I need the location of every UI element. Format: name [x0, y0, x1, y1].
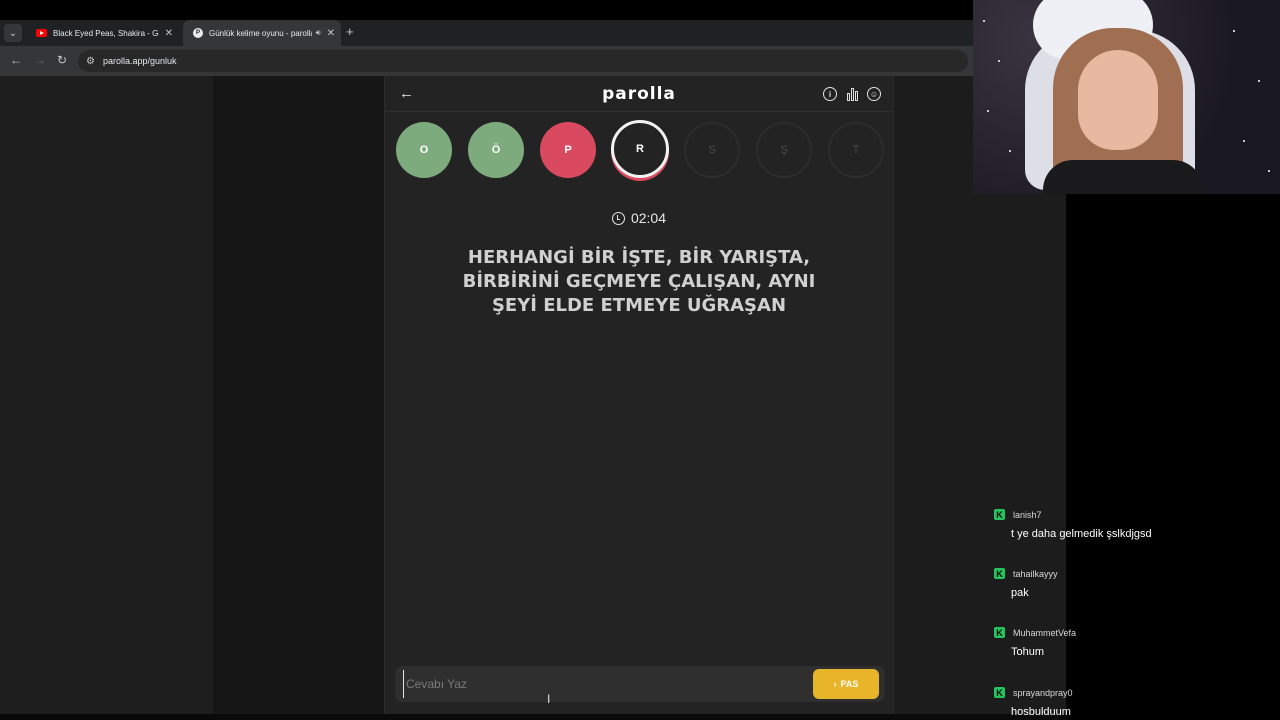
close-icon[interactable]: ✕	[327, 28, 335, 39]
webcam-feed	[973, 0, 1280, 194]
bottom-strip	[0, 714, 1066, 720]
close-icon[interactable]: ✕	[165, 28, 173, 39]
answer-input[interactable]	[403, 670, 803, 698]
letter-circle-wrong: P	[540, 122, 596, 178]
chat-username[interactable]: lanish7	[1013, 510, 1042, 520]
chevron-right-icon: ›	[833, 679, 837, 689]
reload-icon[interactable]: ↻	[57, 53, 67, 67]
chat-text: Tohum	[1011, 646, 1045, 658]
chat-text: pak	[1011, 587, 1029, 599]
pass-button[interactable]: › PAS	[813, 669, 879, 699]
browser-tab-youtube[interactable]: Black Eyed Peas, Shakira - Girl Like Me …	[26, 20, 179, 46]
forward-arrow-icon[interactable]: →	[34, 53, 46, 67]
timer-value: 02:04	[630, 210, 667, 226]
back-arrow-icon[interactable]: ←	[10, 53, 22, 67]
site-settings-icon[interactable]: ⚙	[86, 56, 95, 67]
parolla-app: ← parolla i ☺ O Ö P R S Ş T 02:04 HERHAN…	[384, 76, 894, 714]
stats-icon[interactable]	[845, 87, 859, 101]
question-text: HERHANGİ BİR İŞTE, BİR YARIŞTA, BİRBİRİN…	[462, 247, 816, 316]
tab-title: Black Eyed Peas, Shakira - Girl Like Me	[53, 28, 159, 38]
chat-username[interactable]: MuhammetVefa	[1013, 628, 1076, 638]
tab-title: Günlük kelime oyunu - parolla	[209, 28, 312, 38]
tab-search-chevron-icon[interactable]: ⌄	[4, 24, 22, 42]
chat-message: K MuhammetVefa Tohum	[994, 627, 1274, 658]
timer: 02:04	[385, 210, 893, 226]
letter-circle-current: R	[611, 120, 669, 178]
browser-toolbar: ← → ↻ ⚙ parolla.app/gunluk	[0, 46, 973, 76]
chat-text: hosbulduum	[1011, 706, 1071, 718]
left-gutter	[0, 76, 213, 714]
letter-circle-pending: S	[684, 122, 740, 178]
chat-text: t ye daha gelmedik şslkdjgsd	[1011, 528, 1152, 540]
clock-icon	[611, 211, 625, 225]
app-header: ← parolla i ☺	[385, 76, 893, 112]
text-cursor-icon: I	[547, 692, 551, 706]
browser-tab-bar: ⌄ Black Eyed Peas, Shakira - Girl Like M…	[0, 20, 973, 46]
kick-badge-icon: K	[994, 509, 1005, 520]
pass-label: PAS	[840, 679, 859, 689]
brand-logo[interactable]: parolla	[385, 84, 893, 104]
address-bar[interactable]: ⚙ parolla.app/gunluk	[78, 50, 968, 72]
answer-bar: › PAS	[395, 666, 885, 702]
chat-message: Klanish7 t ye daha gelmedik şslkdjgsd	[994, 509, 1274, 540]
kick-badge-icon: K	[994, 687, 1005, 698]
info-icon[interactable]: i	[823, 87, 837, 101]
new-tab-plus-icon[interactable]: +	[346, 24, 354, 39]
letter-circle-pending: Ş	[756, 122, 812, 178]
profile-icon[interactable]: ☺	[867, 87, 881, 101]
letter-circle-correct: Ö	[468, 122, 524, 178]
parolla-icon: P	[193, 28, 203, 38]
kick-badge-icon: K	[994, 568, 1005, 579]
speaker-icon[interactable]: 🔊︎	[316, 28, 321, 38]
browser-tab-parolla[interactable]: P Günlük kelime oyunu - parolla 🔊︎ ✕	[183, 20, 341, 46]
letter-circle-pending: T	[828, 122, 884, 178]
letter-circle-correct: O	[396, 122, 452, 178]
chat-message: Ksprayandpray0 hosbulduum	[994, 687, 1274, 718]
kick-badge-icon: K	[994, 627, 1005, 638]
url-text[interactable]: parolla.app/gunluk	[103, 56, 177, 66]
chat-username[interactable]: tahailkayyy	[1013, 569, 1058, 579]
letter-progress: O Ö P R S Ş T	[385, 120, 893, 182]
chat-username[interactable]: sprayandpray0	[1013, 688, 1073, 698]
youtube-icon	[36, 29, 47, 37]
chat-message: Ktahailkayyy pak	[994, 568, 1274, 599]
